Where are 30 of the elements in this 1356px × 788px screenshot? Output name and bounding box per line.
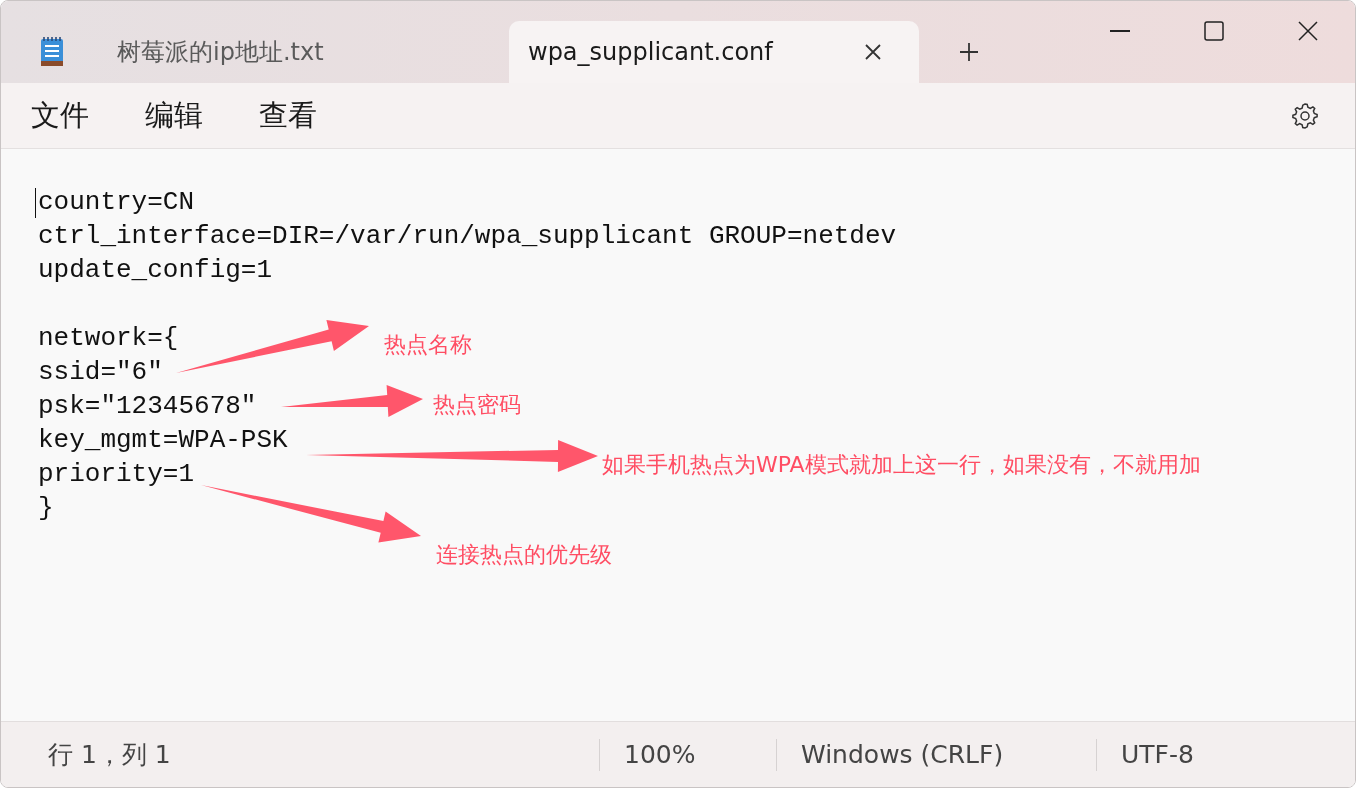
annotation-text: 热点密码 [433,392,521,419]
annotation-text: 如果手机热点为WPA模式就加上这一行，如果没有，不就用加 [602,452,1201,479]
zoom-level: 100% [624,738,696,771]
code-line: } [38,492,54,525]
code-line: psk="12345678" [38,390,257,423]
menu-item[interactable]: 查看 [231,93,345,138]
text-cursor [35,188,36,218]
annotation-text: 热点名称 [384,332,472,359]
line-ending: Windows (CRLF) [801,738,1004,771]
code-line: ssid="6" [38,356,163,389]
tab[interactable]: wpa_supplicant.conf [509,21,919,83]
code-line: network={ [38,322,179,355]
maximize-icon [1204,21,1224,41]
code-line: ctrl_interface=DIR=/var/run/wpa_supplicant GROUP=netdev [38,220,897,253]
tab[interactable]: 树莓派的ip地址.txt [21,21,506,83]
menu-item[interactable]: 文件 [1,93,117,138]
plus-icon [959,42,979,62]
code-line: update_config=1 [38,254,273,287]
code-line: country=CN [38,186,195,219]
cursor-position: 行 1，列 1 [48,739,171,769]
close-icon[interactable] [864,43,882,61]
annotation-text: 连接热点的优先级 [436,542,612,569]
minimize-icon [1110,30,1130,32]
code-line: priority=1 [38,458,195,491]
settings-icon [1290,100,1320,131]
code-line: key_mgmt=WPA-PSK [38,424,288,457]
close-icon [1298,21,1318,41]
encoding: UTF-8 [1121,738,1194,771]
notepad-icon [39,36,65,68]
menu-item[interactable]: 编辑 [117,93,231,138]
